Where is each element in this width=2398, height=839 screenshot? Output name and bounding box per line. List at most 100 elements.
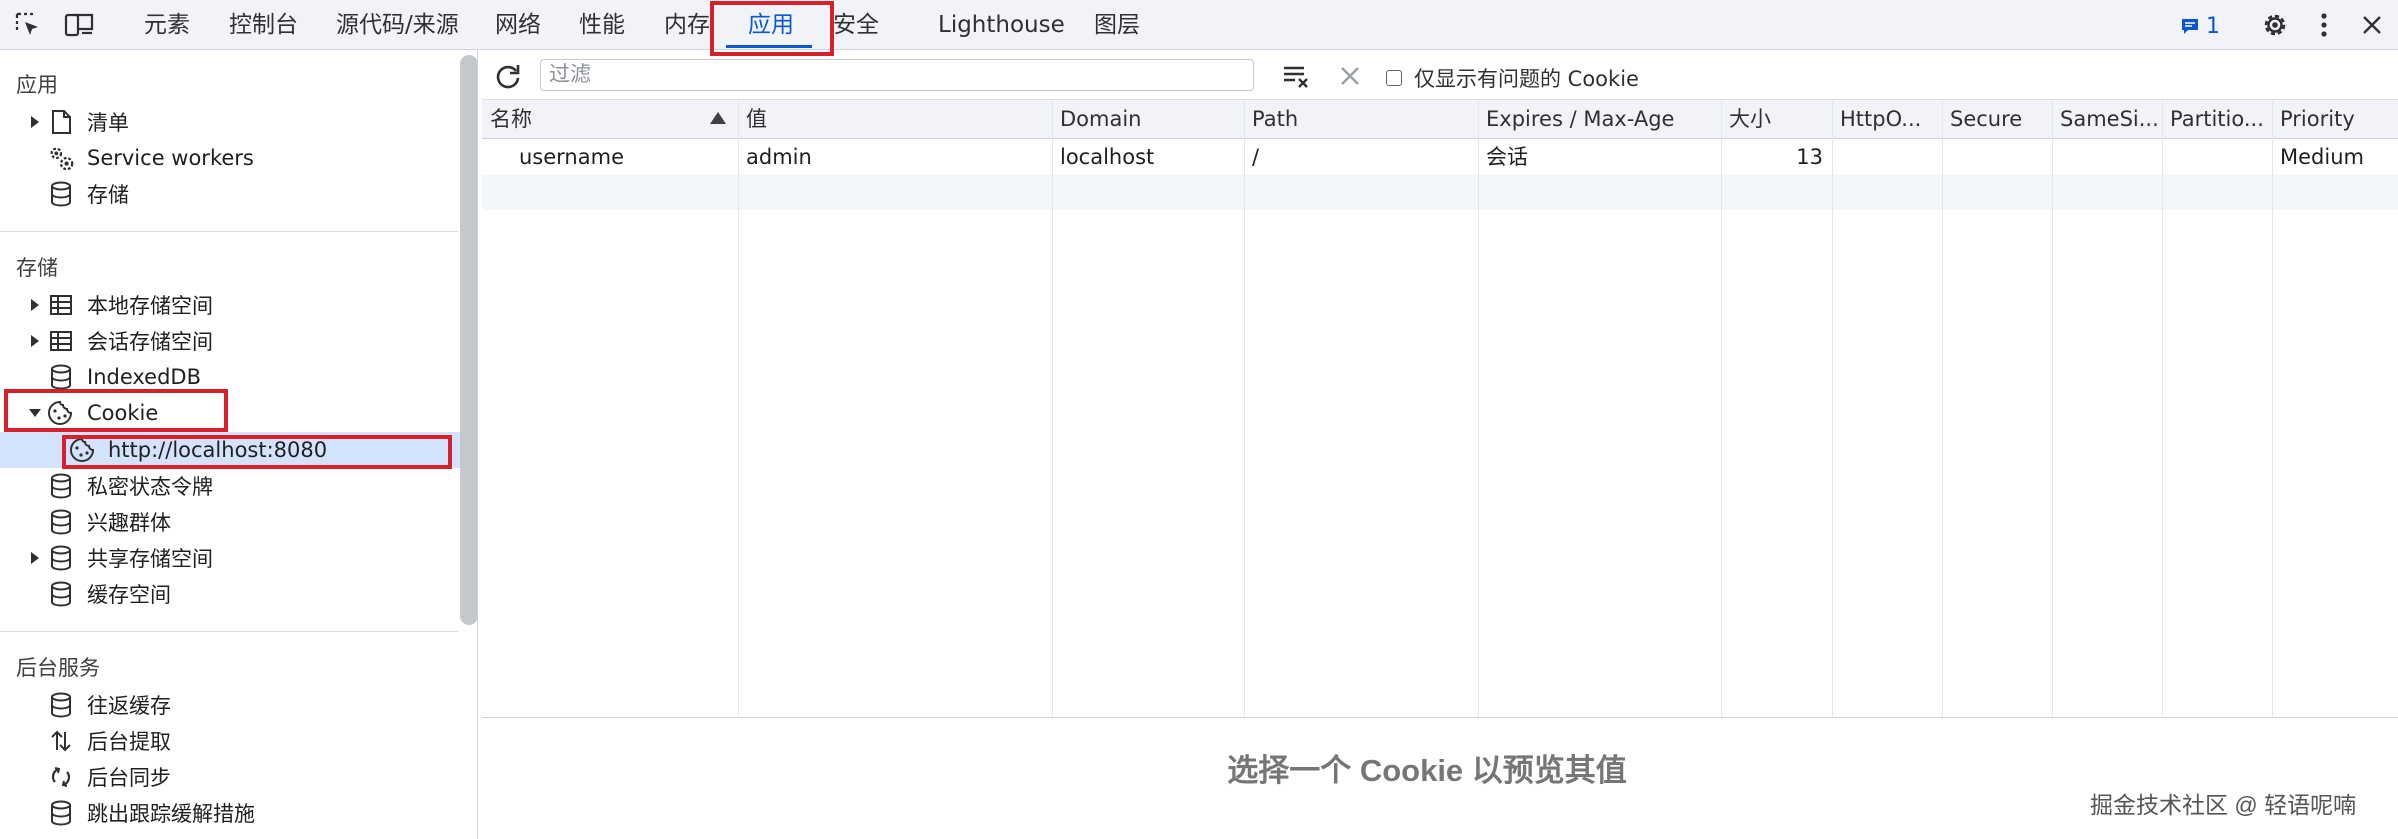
column-separator[interactable]: [1942, 100, 1943, 717]
filter-input[interactable]: [540, 59, 1254, 91]
cell-httponly[interactable]: [1840, 139, 1938, 175]
cookie-preview-placeholder: 选择一个 Cookie 以预览其值: [1227, 753, 1627, 788]
sidebar-item-label: 往返缓存: [87, 694, 171, 718]
database-icon: [47, 580, 75, 608]
expand-arrow-icon[interactable]: [28, 297, 42, 313]
expand-arrow-icon[interactable]: [28, 114, 42, 130]
sidebar-item-local-storage[interactable]: 本地存储空间: [0, 287, 458, 323]
column-separator[interactable]: [2272, 100, 2273, 717]
cell-domain[interactable]: localhost: [1060, 139, 1240, 175]
tab-console[interactable]: 控制台: [229, 0, 298, 50]
issues-count: 1: [2206, 13, 2220, 39]
column-header-name[interactable]: 名称: [490, 100, 700, 139]
sidebar-item-label: 兴趣群体: [87, 511, 171, 535]
sidebar-item-service-workers[interactable]: Service workers: [0, 140, 458, 176]
tab-layers[interactable]: 图层: [1094, 0, 1140, 50]
sidebar-item-session-storage[interactable]: 会话存储空间: [0, 323, 458, 359]
sidebar-item-cookie-origin[interactable]: http://localhost:8080: [0, 432, 477, 468]
expand-arrow-icon[interactable]: [28, 333, 42, 349]
sidebar-item-shared-storage[interactable]: 共享存储空间: [0, 540, 458, 576]
sidebar-item-storage-overview[interactable]: 存储: [0, 176, 458, 212]
sidebar-item-manifest[interactable]: 清单: [0, 104, 458, 140]
column-separator[interactable]: [2052, 100, 2053, 717]
sidebar-item-indexeddb[interactable]: IndexedDB: [0, 359, 458, 395]
checkbox-box[interactable]: [1386, 70, 1402, 86]
sidebar-item-label: 私密状态令牌: [87, 475, 213, 499]
tab-application[interactable]: 应用: [748, 0, 794, 50]
sidebar-item-label: 缓存空间: [87, 583, 171, 607]
cell-value[interactable]: admin: [746, 139, 1046, 175]
column-separator[interactable]: [1832, 100, 1833, 717]
cell-expires[interactable]: 会话: [1486, 139, 1716, 175]
sync-icon: [47, 763, 75, 791]
cell-samesite[interactable]: [2060, 139, 2158, 175]
sidebar-item-interest-groups[interactable]: 兴趣群体: [0, 504, 458, 540]
sidebar-item-label: http://localhost:8080: [108, 438, 328, 462]
sidebar-item-private-state-tokens[interactable]: 私密状态令牌: [0, 468, 458, 504]
sidebar-item-label: 存储: [87, 183, 129, 207]
tab-security[interactable]: 安全: [833, 0, 879, 50]
sidebar-item-background-sync[interactable]: 后台同步: [0, 759, 458, 795]
only-issues-checkbox[interactable]: 仅显示有问题的 Cookie: [1386, 63, 1639, 93]
settings-gear-icon[interactable]: [2259, 10, 2291, 40]
only-issues-label: 仅显示有问题的 Cookie: [1414, 67, 1639, 91]
gears-icon: [47, 144, 75, 172]
clear-filtered-icon[interactable]: [1280, 60, 1312, 92]
tab-network[interactable]: 网络: [495, 0, 541, 50]
issues-icon: [2180, 16, 2200, 36]
more-vertical-icon[interactable]: [2308, 10, 2340, 40]
refresh-icon[interactable]: [492, 60, 524, 92]
sidebar-item-label: 后台同步: [87, 766, 171, 790]
sidebar-item-background-fetch[interactable]: 后台提取: [0, 723, 458, 759]
column-header-path[interactable]: Path: [1252, 100, 1472, 139]
sidebar-item-label: 共享存储空间: [87, 547, 213, 571]
inspect-element-icon[interactable]: [12, 10, 44, 40]
active-tab-indicator: [726, 45, 812, 48]
section-divider: [0, 631, 458, 632]
sidebar-item-back-forward-cache[interactable]: 往返缓存: [0, 687, 458, 723]
cell-size[interactable]: 13: [1729, 139, 1823, 175]
column-header-value[interactable]: 值: [746, 100, 1046, 139]
cell-name[interactable]: username: [519, 139, 729, 175]
delete-selected-icon[interactable]: [1334, 60, 1366, 92]
cell-partition-key[interactable]: [2170, 139, 2268, 175]
column-header-domain[interactable]: Domain: [1060, 100, 1240, 139]
tab-performance[interactable]: 性能: [579, 0, 625, 50]
column-separator[interactable]: [1721, 100, 1722, 717]
column-header-httponly[interactable]: HttpO...: [1840, 100, 1938, 139]
cookie-icon: [68, 436, 96, 464]
tab-elements[interactable]: 元素: [144, 0, 190, 50]
device-toolbar-icon[interactable]: [64, 10, 96, 40]
tab-memory[interactable]: 内存: [664, 0, 710, 50]
close-icon[interactable]: [2356, 10, 2388, 40]
column-header-partition-key[interactable]: Partitio...: [2170, 100, 2268, 139]
database-icon: [47, 472, 75, 500]
tab-sources[interactable]: 源代码/来源: [336, 0, 459, 50]
expand-arrow-icon[interactable]: [28, 550, 42, 566]
column-separator[interactable]: [1478, 100, 1479, 717]
column-separator[interactable]: [1244, 100, 1245, 717]
tab-lighthouse[interactable]: Lighthouse: [938, 0, 1065, 50]
sidebar-item-bounce-tracking[interactable]: 跳出跟踪缓解措施: [0, 795, 458, 831]
table-row[interactable]: username admin localhost / 会话 13 Medium: [482, 139, 2398, 175]
cell-path[interactable]: /: [1252, 139, 1472, 175]
collapse-arrow-icon[interactable]: [28, 405, 42, 421]
cell-secure[interactable]: [1950, 139, 2048, 175]
column-header-samesite[interactable]: SameSi...: [2060, 100, 2158, 139]
cell-priority[interactable]: Medium: [2280, 139, 2392, 175]
cookies-panel: 仅显示有问题的 Cookie 名称 值 Domain Path Expires …: [482, 50, 2398, 839]
column-header-secure[interactable]: Secure: [1950, 100, 2048, 139]
devtools-tab-bar: 元素 控制台 源代码/来源 网络 性能 内存 应用 安全 Lighthouse …: [0, 0, 2398, 50]
column-separator[interactable]: [2162, 100, 2163, 717]
sidebar-item-cache-storage[interactable]: 缓存空间: [0, 576, 458, 612]
sidebar-item-cookies[interactable]: Cookie: [0, 395, 458, 431]
sidebar-scrollbar[interactable]: [460, 55, 477, 625]
issues-counter[interactable]: 1: [2180, 12, 2220, 40]
sidebar-item-label: 会话存储空间: [87, 330, 213, 354]
column-header-size[interactable]: 大小: [1729, 100, 1829, 139]
column-header-expires[interactable]: Expires / Max-Age: [1486, 100, 1716, 139]
column-header-priority[interactable]: Priority: [2280, 100, 2392, 139]
table-icon: [47, 327, 75, 355]
column-separator[interactable]: [1052, 100, 1053, 717]
column-separator[interactable]: [738, 100, 739, 717]
